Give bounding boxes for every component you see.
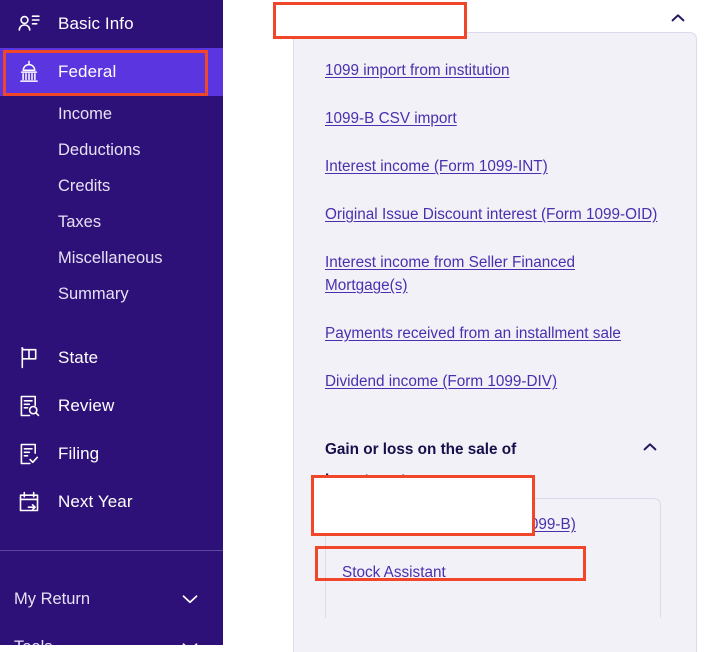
sidebar-subitem-label: Miscellaneous	[58, 248, 163, 267]
link-stock-assistant[interactable]: Stock Assistant	[342, 561, 446, 584]
sidebar-item-label: My Return	[14, 589, 91, 608]
sidebar-item-label: Next Year	[58, 492, 133, 511]
link-row: Original Issue Discount interest (Form 1…	[325, 203, 665, 251]
sidebar-item-label: Federal	[58, 62, 117, 81]
sidebar-subitem-income[interactable]: Income	[0, 96, 223, 132]
link-original-issue-discount-1099-oid[interactable]: Original Issue Discount interest (Form 1…	[325, 203, 657, 226]
sidebar-subitem-label: Credits	[58, 176, 111, 195]
link-row: Dividend income (Form 1099-DIV)	[325, 370, 696, 418]
sidebar-subitem-label: Income	[58, 104, 113, 123]
calendar-arrow-icon	[14, 487, 44, 517]
contact-card-icon	[14, 9, 44, 39]
sidebar-item-label: State	[58, 348, 99, 367]
link-installment-sale-payments[interactable]: Payments received from an installment sa…	[325, 322, 621, 345]
chevron-down-icon	[179, 588, 201, 610]
sidebar-subitem-summary[interactable]: Summary	[0, 276, 223, 312]
section-header-investment-income[interactable]: Investment Income	[288, 0, 707, 31]
link-row: 1099-B CSV import	[325, 107, 696, 155]
sidebar-subitem-deductions[interactable]: Deductions	[0, 132, 223, 168]
sidebar-item-label: Filing	[58, 444, 100, 463]
document-search-icon	[14, 391, 44, 421]
sidebar-item-tools[interactable]: Tools	[0, 623, 223, 645]
sidebar-item-federal[interactable]: Federal	[0, 48, 223, 96]
chevron-up-icon[interactable]	[641, 438, 659, 456]
sidebar-subitem-label: Summary	[58, 284, 129, 303]
sidebar-item-review[interactable]: Review	[0, 382, 223, 430]
subsection-title: Gain or loss on the sale of investments	[325, 441, 517, 489]
sidebar-subitem-label: Deductions	[58, 140, 141, 159]
link-1099b-csv-import[interactable]: 1099-B CSV import	[325, 107, 457, 130]
link-interest-income-1099-int[interactable]: Interest income (Form 1099-INT)	[325, 155, 548, 178]
flag-icon	[14, 343, 44, 373]
sidebar-item-filing[interactable]: Filing	[0, 430, 223, 478]
capitol-building-icon	[14, 57, 44, 87]
link-row: Payments received from an installment sa…	[325, 322, 696, 370]
sidebar-subitem-miscellaneous[interactable]: Miscellaneous	[0, 240, 223, 276]
link-seller-financed-mortgage-interest[interactable]: Interest income from Seller Financed Mor…	[325, 251, 615, 297]
gain-or-loss-card: Capital gain or loss (Form 1099-B) Stock…	[325, 498, 661, 618]
sidebar-item-my-return[interactable]: My Return	[0, 575, 223, 623]
sidebar-subitem-taxes[interactable]: Taxes	[0, 204, 223, 240]
link-row: Capital gain or loss (Form 1099-B)	[342, 513, 660, 561]
sidebar-item-label: Tools	[14, 638, 179, 646]
sidebar: Basic Info Federal Income Deductions Cre…	[0, 0, 223, 645]
sidebar-item-state[interactable]: State	[0, 334, 223, 382]
sidebar-item-label: Review	[58, 396, 115, 415]
link-dividend-income-1099-div[interactable]: Dividend income (Form 1099-DIV)	[325, 370, 557, 393]
sidebar-item-label: Basic Info	[58, 14, 134, 33]
link-capital-gain-or-loss-1099-b[interactable]: Capital gain or loss (Form 1099-B)	[342, 513, 576, 536]
chevron-up-icon[interactable]	[669, 9, 687, 27]
sidebar-item-next-year[interactable]: Next Year	[0, 478, 223, 526]
sidebar-subitem-label: Taxes	[58, 212, 102, 231]
chevron-down-icon	[179, 636, 201, 645]
link-row: Stock Assistant	[342, 561, 660, 584]
investment-income-card: 1099 import from institution 1099-B CSV …	[293, 32, 697, 652]
section-title: Investment Income	[294, 11, 435, 28]
link-row: Interest income from Seller Financed Mor…	[325, 251, 615, 322]
link-1099-import-from-institution[interactable]: 1099 import from institution	[325, 59, 510, 82]
link-row: Interest income (Form 1099-INT)	[325, 155, 696, 203]
document-check-icon	[14, 439, 44, 469]
link-row: 1099 import from institution	[325, 59, 696, 107]
main-content: Investment Income 1099 import from insti…	[288, 0, 707, 652]
sidebar-item-basic-info[interactable]: Basic Info	[0, 0, 223, 48]
sidebar-subitem-credits[interactable]: Credits	[0, 168, 223, 204]
subsection-header-gain-or-loss[interactable]: Gain or loss on the sale of investments	[325, 434, 685, 496]
